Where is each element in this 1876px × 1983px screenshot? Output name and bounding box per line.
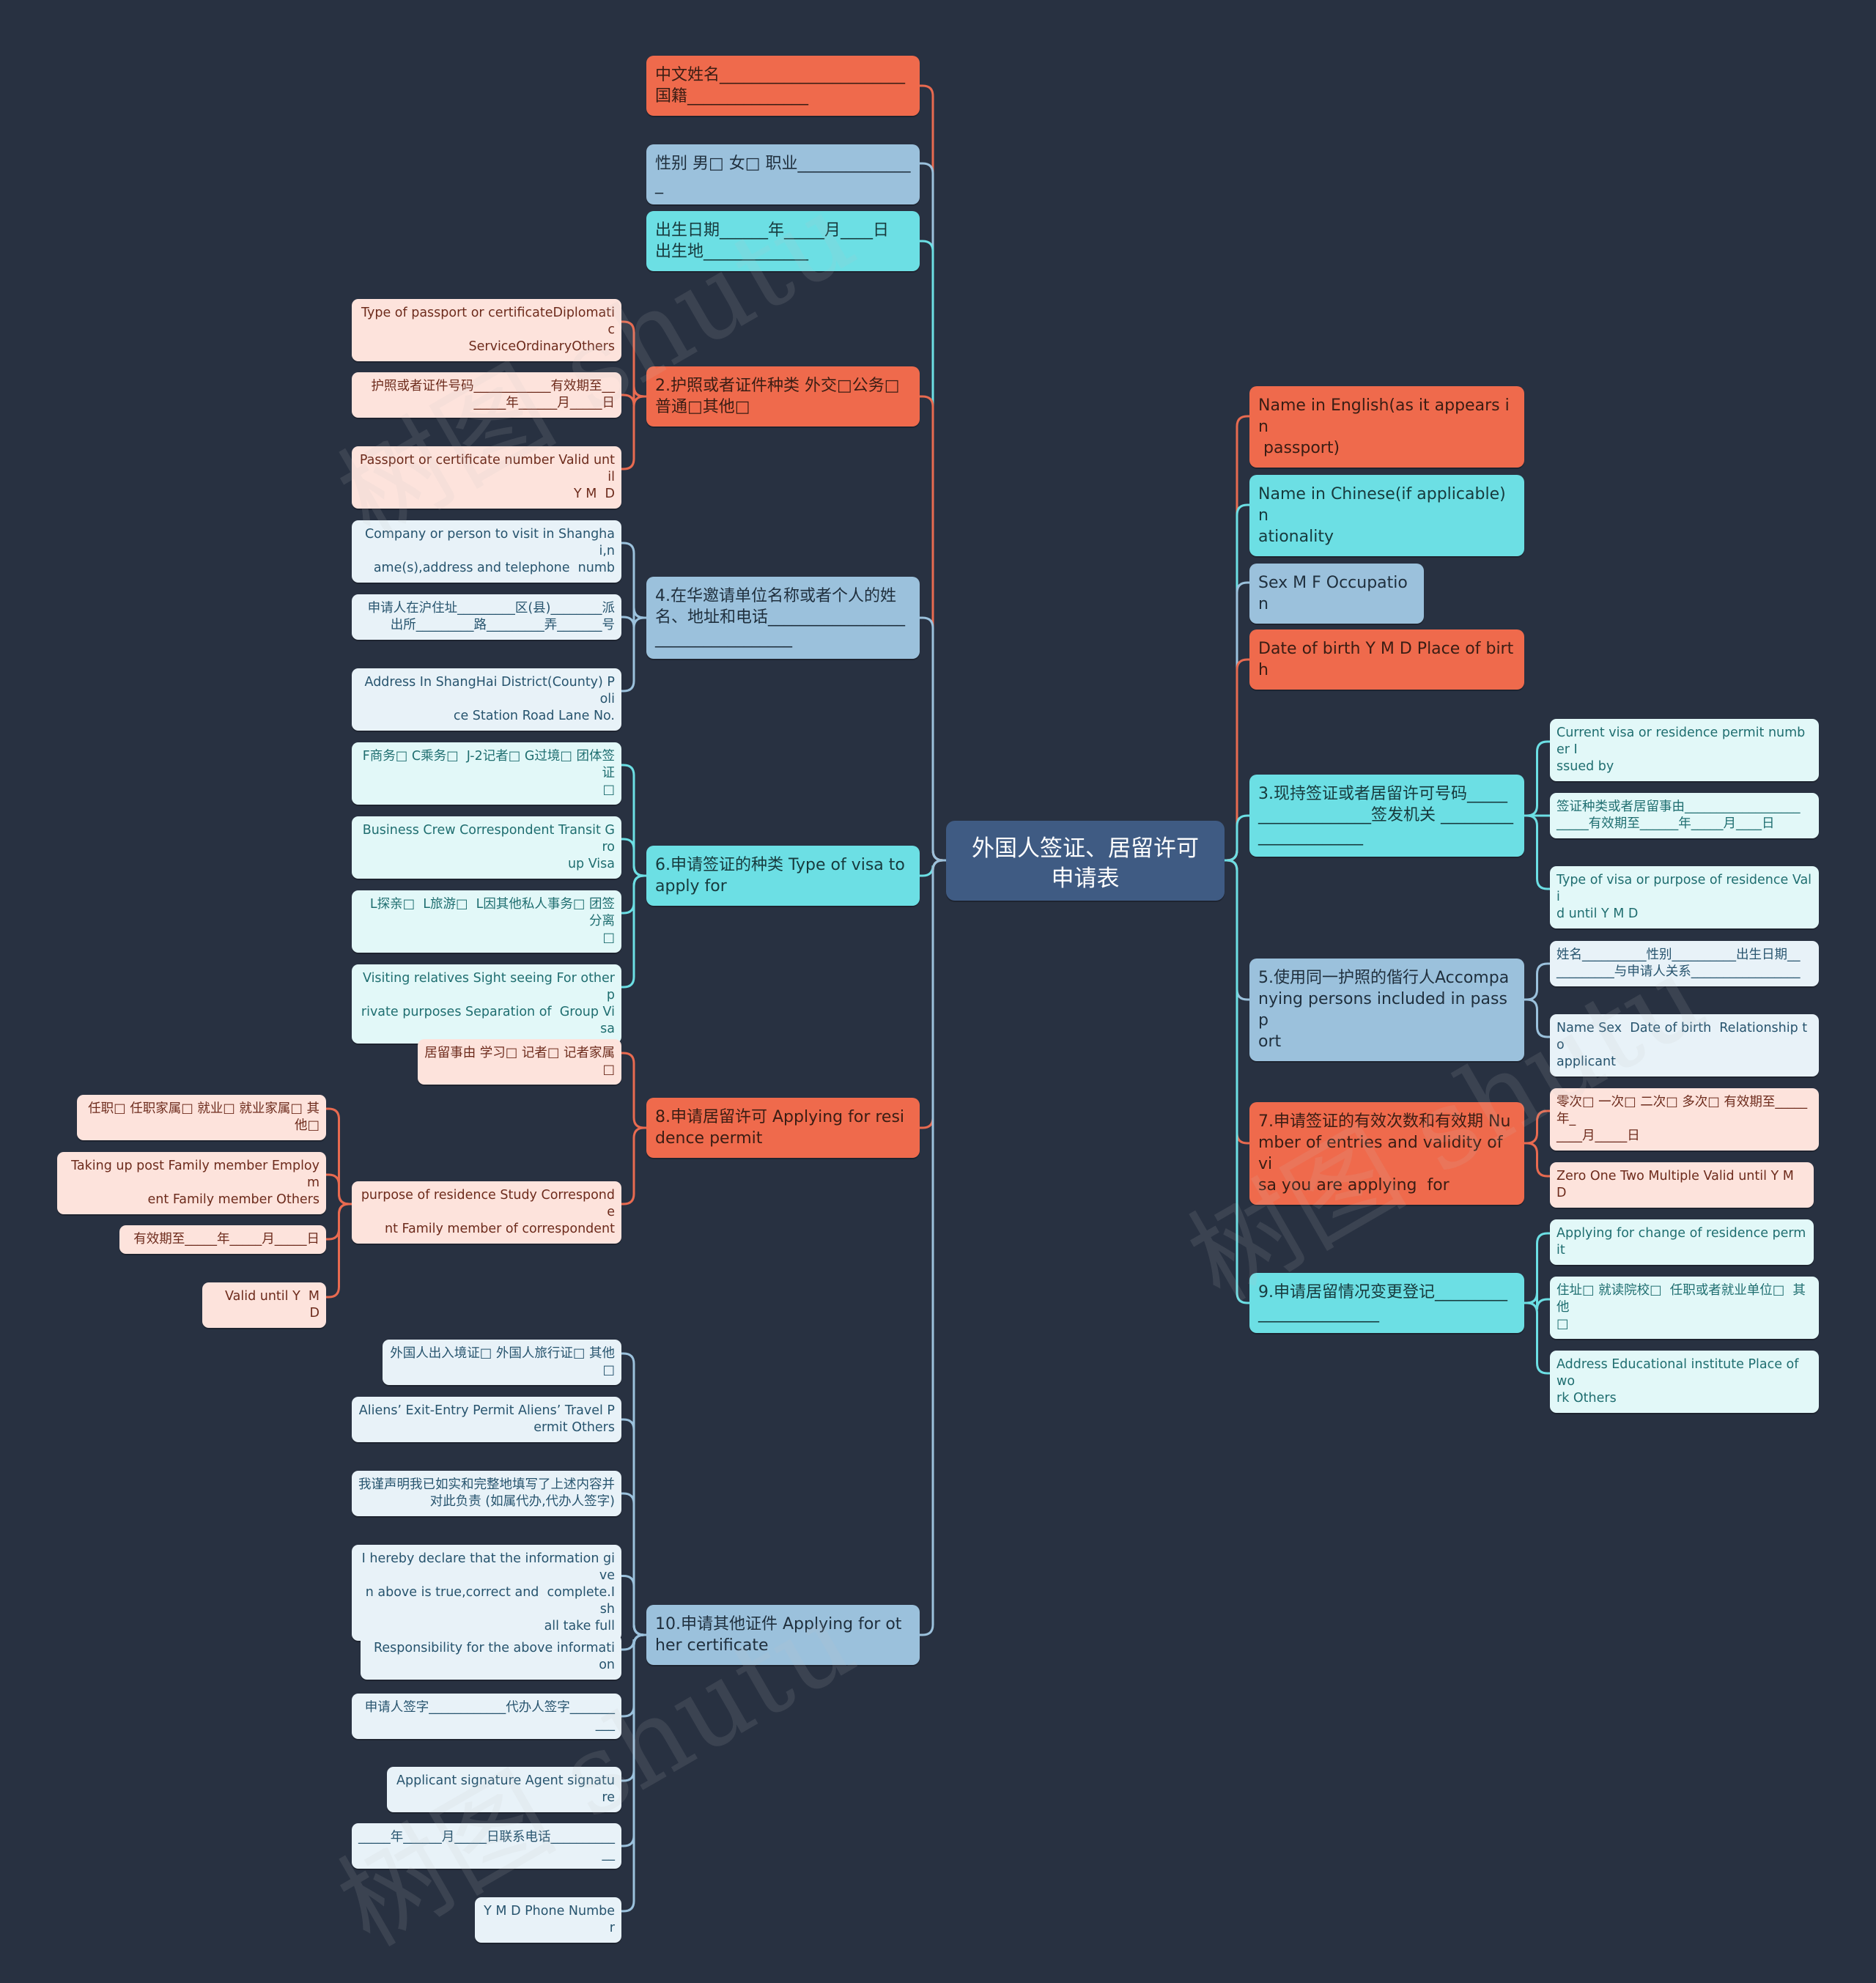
connector [1524, 1109, 1550, 1145]
branch-node-right-2[interactable]: Name in Chinese(if applicable)n ationali… [1249, 475, 1524, 557]
leaf-node[interactable]: _____年______月_____日联系电话__________ __ [352, 1823, 621, 1869]
branch-node-left-4[interactable]: 2.护照或者证件种类 外交□公务□ 普通□其他□ [646, 366, 920, 427]
leaf-node[interactable]: 外国人出入境证□ 外国人旅行证□ 其他□ [383, 1340, 621, 1386]
leaf-node[interactable]: Business Crew Correspondent Transit Gro … [352, 816, 621, 879]
leaf-node[interactable]: I hereby declare that the information gi… [352, 1545, 621, 1642]
connector [920, 616, 946, 862]
leaf-node[interactable]: 我谨声明我已如实和完整地填写了上述内容并 对此负责 (如属代办,代办人签字) [352, 1471, 621, 1517]
branch-node-right-3[interactable]: Sex M F Occupation [1249, 564, 1424, 624]
leaf-node[interactable]: 住址□ 就读院校□ 任职或者就业单位□ 其他 □ [1550, 1277, 1819, 1340]
connector [1524, 814, 1550, 890]
connector [621, 542, 646, 619]
branch-node-left-1[interactable]: 中文姓名_______________________ 国籍__________… [646, 56, 920, 117]
branch-node-left-2[interactable]: 性别 男□ 女□ 职业_______________ [646, 144, 920, 205]
branch-node-left-7[interactable]: 8.申请居留许可 Applying for resi dence permit [646, 1098, 920, 1159]
connector [621, 395, 646, 470]
leaf-node[interactable]: 有效期至_____年_____月_____日 [119, 1225, 326, 1255]
leaf-node[interactable]: 签证种类或者居留事由__________________ _____有效期至__… [1550, 793, 1819, 839]
connector [1225, 859, 1249, 1304]
branch-node-right-7[interactable]: 7.申请签证的有效次数和有效期 Nu mber of entries and v… [1249, 1102, 1524, 1205]
leaf-node[interactable]: Taking up post Family member Employm ent… [57, 1152, 326, 1215]
connector [621, 874, 646, 989]
connector [326, 1203, 352, 1299]
connector [1524, 740, 1550, 817]
connector [1524, 1301, 1550, 1375]
branch-node-right-1[interactable]: Name in English(as it appears in passpor… [1249, 386, 1524, 468]
connector [1524, 998, 1550, 1038]
leaf-node[interactable]: Visiting relatives Sight seeing For othe… [352, 964, 621, 1044]
leaf-node[interactable]: 姓名__________性别__________出生日期__ _________… [1550, 941, 1819, 987]
branch-node-left-3[interactable]: 出生日期______年_____月____日 出生地_____________ [646, 211, 920, 272]
leaf-node[interactable]: Responsibility for the above information [361, 1634, 621, 1680]
connector [621, 1052, 646, 1129]
leaf-node[interactable]: Applicant signature Agent signature [387, 1767, 621, 1813]
leaf-node[interactable]: Passport or certificate number Valid unt… [352, 446, 621, 509]
leaf-node[interactable]: Zero One Two Multiple Valid until Y M D [1550, 1162, 1814, 1208]
leaf-node[interactable]: Address Educational institute Place of w… [1550, 1351, 1819, 1414]
connector [621, 1126, 646, 1205]
leaf-node[interactable]: Company or person to visit in Shanghai,n… [352, 520, 621, 583]
connector [621, 838, 646, 877]
connector [920, 859, 946, 1636]
leaf-node[interactable]: 申请人签字____________代办人签字_______ ___ [352, 1694, 621, 1740]
connector [1524, 1142, 1550, 1178]
branch-node-left-8[interactable]: 10.申请其他证件 Applying for ot her certificat… [646, 1605, 920, 1666]
leaf-node[interactable]: 任职□ 任职家属□ 就业□ 就业家属□ 其他□ [77, 1095, 326, 1141]
branch-node-left-6[interactable]: 6.申请签证的种类 Type of visa to apply for [646, 846, 920, 906]
leaf-node[interactable]: F商务□ C乘务□ J-2记者□ G过境□ 团体签证 □ [352, 742, 621, 805]
connector [1524, 1292, 1550, 1310]
branch-node-right-4[interactable]: Date of birth Y M D Place of birt h [1249, 629, 1524, 690]
leaf-node[interactable]: 护照或者证件号码____________有效期至__ _____年______月… [352, 372, 621, 418]
connector [1524, 962, 1550, 1001]
leaf-node[interactable]: Y M D Phone Number [475, 1897, 621, 1943]
connector [621, 1575, 646, 1636]
leaf-node[interactable]: 申请人在沪住址_________区(县)________派 出所________… [352, 594, 621, 640]
branch-node-right-8[interactable]: 9.申请居留情况变更登记_________ _______________ [1249, 1273, 1524, 1334]
leaf-node[interactable]: Current visa or residence permit number … [1550, 719, 1819, 782]
leaf-node[interactable]: Address In ShangHai District(County) Pol… [352, 668, 621, 731]
root-node[interactable]: 外国人签证、居留许可申请表 [946, 821, 1225, 901]
connector [621, 616, 646, 693]
leaf-node[interactable]: Applying for change of residence permit [1550, 1219, 1814, 1266]
branch-node-right-5[interactable]: 3.现持签证或者居留许可号码_____ ______________签发机关 _… [1249, 775, 1524, 857]
connector [1225, 814, 1249, 862]
connector [1524, 1232, 1550, 1304]
leaf-node[interactable]: 居留事由 学习□ 记者□ 记者家属□ [418, 1039, 621, 1085]
connector-layer [326, 84, 1550, 1913]
connector [326, 1173, 352, 1205]
branch-node-right-6[interactable]: 5.使用同一护照的偕行人Accompa nying persons includ… [1249, 959, 1524, 1062]
leaf-node[interactable]: purpose of residence Study Corresponde n… [352, 1181, 621, 1244]
leaf-node[interactable]: Valid until Y M D [202, 1282, 326, 1329]
leaf-node[interactable]: Aliens’ Exit-Entry Permit Aliens’ Travel… [352, 1397, 621, 1443]
connector [621, 1633, 646, 1913]
leaf-node[interactable]: Type of visa or purpose of residence Val… [1550, 866, 1819, 929]
connector [621, 320, 646, 398]
leaf-node[interactable]: 零次□ 一次□ 二次□ 多次□ 有效期至_____年_ ____月_____日 [1550, 1088, 1819, 1151]
leaf-node[interactable]: Type of passport or certificateDiplomati… [352, 299, 621, 362]
branch-node-left-5[interactable]: 4.在华邀请单位名称或者个人的姓名、地址和电话_________________… [646, 577, 920, 659]
leaf-node[interactable]: L探亲□ L旅游□ L因其他私人事务□ 团签分离 □ [352, 890, 621, 953]
leaf-node[interactable]: Name Sex Date of birth Relationship to a… [1550, 1014, 1819, 1077]
